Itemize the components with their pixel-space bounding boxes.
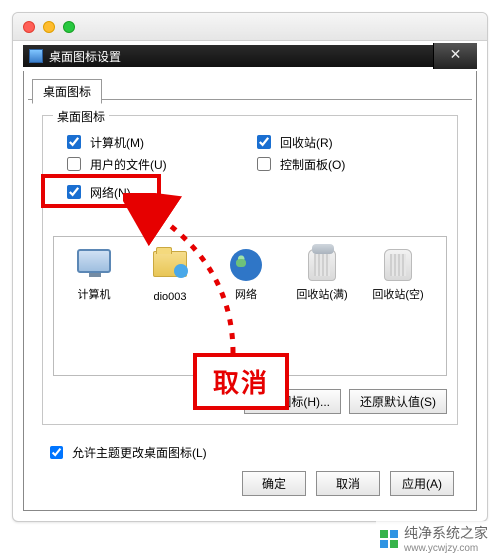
dialog-title: 桌面图标设置 bbox=[49, 48, 121, 65]
mac-zoom-icon[interactable] bbox=[63, 21, 75, 33]
check-userfiles-label: 用户的文件(U) bbox=[90, 156, 167, 173]
icon-item-label: 回收站(满) bbox=[288, 289, 356, 302]
restore-default-button[interactable]: 还原默认值(S) bbox=[349, 389, 447, 414]
group-legend: 桌面图标 bbox=[53, 108, 109, 125]
watermark-text: 纯净系统之家 bbox=[404, 525, 488, 541]
tabstrip: 桌面图标 bbox=[24, 71, 476, 99]
check-allow-theme-label: 允许主题更改桌面图标(L) bbox=[72, 444, 207, 461]
icon-item-recycle-empty[interactable]: 回收站(空) bbox=[364, 247, 432, 302]
mac-close-icon[interactable] bbox=[23, 21, 35, 33]
check-allow-theme[interactable]: 允许主题更改桌面图标(L) bbox=[46, 443, 207, 462]
check-control[interactable]: 控制面板(O) bbox=[253, 154, 345, 174]
check-recycle[interactable]: 回收站(R) bbox=[253, 132, 333, 152]
icon-item-userfolder[interactable]: dio003 bbox=[136, 247, 204, 304]
watermark-logo-icon bbox=[380, 530, 398, 548]
annotation-cancel-label: 取消 bbox=[193, 353, 289, 410]
dialog-client: 桌面图标 桌面图标 计算机(M) 用户的文件(U) 网络(N) 回收站(R) bbox=[23, 71, 477, 511]
mac-minimize-icon[interactable] bbox=[43, 21, 55, 33]
display-settings-icon bbox=[29, 49, 43, 63]
icon-item-label: 计算机 bbox=[60, 289, 128, 302]
check-control-label: 控制面板(O) bbox=[280, 156, 345, 173]
icon-item-label: dio003 bbox=[136, 291, 204, 304]
recycle-empty-icon bbox=[378, 249, 418, 285]
icon-item-label: 网络 bbox=[212, 289, 280, 302]
check-userfiles-box[interactable] bbox=[67, 157, 81, 171]
check-allow-theme-box[interactable] bbox=[50, 446, 63, 459]
check-userfiles[interactable]: 用户的文件(U) bbox=[63, 154, 167, 174]
check-recycle-box[interactable] bbox=[257, 135, 271, 149]
dialog-titlebar: 桌面图标设置 ✕ bbox=[23, 45, 477, 67]
icon-item-label: 回收站(空) bbox=[364, 289, 432, 302]
outer-mac-window: 桌面图标设置 ✕ 桌面图标 桌面图标 计算机(M) 用户的文件(U) 网络(N) bbox=[12, 12, 488, 522]
icon-item-network[interactable]: 网络 bbox=[212, 247, 280, 302]
icon-item-computer[interactable]: 计算机 bbox=[60, 247, 128, 302]
check-recycle-label: 回收站(R) bbox=[280, 134, 333, 151]
watermark-url: www.ycwjzy.com bbox=[404, 543, 488, 554]
close-button[interactable]: ✕ bbox=[433, 43, 477, 69]
check-computer[interactable]: 计算机(M) bbox=[63, 132, 144, 152]
tab-desktop-icons[interactable]: 桌面图标 bbox=[32, 79, 102, 104]
cancel-button[interactable]: 取消 bbox=[316, 471, 380, 496]
check-network-box[interactable] bbox=[67, 185, 81, 199]
check-network[interactable]: 网络(N) bbox=[63, 182, 131, 202]
check-control-box[interactable] bbox=[257, 157, 271, 171]
apply-button[interactable]: 应用(A) bbox=[390, 471, 454, 496]
ok-button[interactable]: 确定 bbox=[242, 471, 306, 496]
watermark: 纯净系统之家 www.ycwjzy.com bbox=[376, 521, 492, 556]
icon-item-recycle-full[interactable]: 回收站(满) bbox=[288, 247, 356, 302]
mac-titlebar bbox=[13, 13, 487, 41]
network-globe-icon bbox=[226, 249, 266, 285]
check-network-label: 网络(N) bbox=[90, 184, 131, 201]
user-folder-icon bbox=[150, 251, 190, 287]
computer-icon bbox=[74, 249, 114, 285]
check-computer-box[interactable] bbox=[67, 135, 81, 149]
check-computer-label: 计算机(M) bbox=[90, 134, 144, 151]
recycle-full-icon bbox=[302, 249, 342, 285]
